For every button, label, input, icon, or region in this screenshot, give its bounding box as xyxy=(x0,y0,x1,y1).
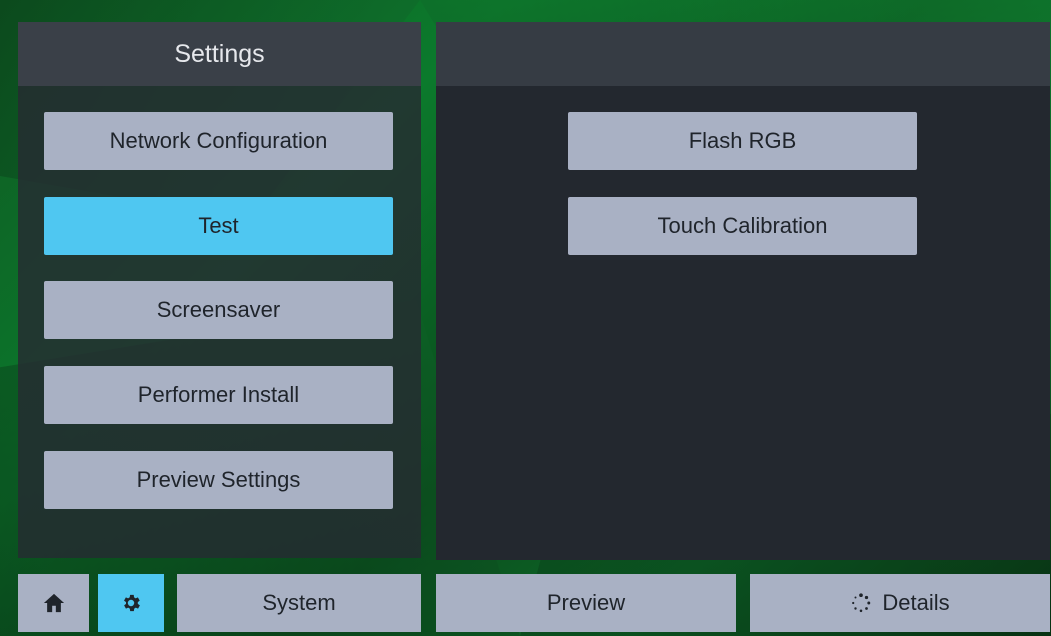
menu-test-button[interactable]: Test xyxy=(44,197,393,255)
settings-panel-title: Settings xyxy=(18,22,421,86)
spinner-dots-icon xyxy=(850,592,872,614)
test-panel-header xyxy=(436,22,1050,86)
settings-button[interactable] xyxy=(98,574,164,632)
home-button[interactable] xyxy=(18,574,89,632)
menu-preview-settings-button[interactable]: Preview Settings xyxy=(44,451,393,509)
menu-performer-install-button[interactable]: Performer Install xyxy=(44,366,393,424)
settings-panel: Settings Network Configuration Test Scre… xyxy=(18,22,421,558)
gear-icon xyxy=(120,592,142,614)
home-icon xyxy=(43,592,65,614)
test-panel: Flash RGB Touch Calibration xyxy=(436,22,1050,560)
system-tab-button[interactable]: System xyxy=(177,574,421,632)
flash-rgb-button[interactable]: Flash RGB xyxy=(568,112,917,170)
touch-calibration-button[interactable]: Touch Calibration xyxy=(568,197,917,255)
menu-network-configuration-button[interactable]: Network Configuration xyxy=(44,112,393,170)
details-tab-button[interactable]: Details xyxy=(750,574,1050,632)
menu-screensaver-button[interactable]: Screensaver xyxy=(44,281,393,339)
details-tab-label: Details xyxy=(882,590,950,615)
preview-tab-button[interactable]: Preview xyxy=(436,574,736,632)
